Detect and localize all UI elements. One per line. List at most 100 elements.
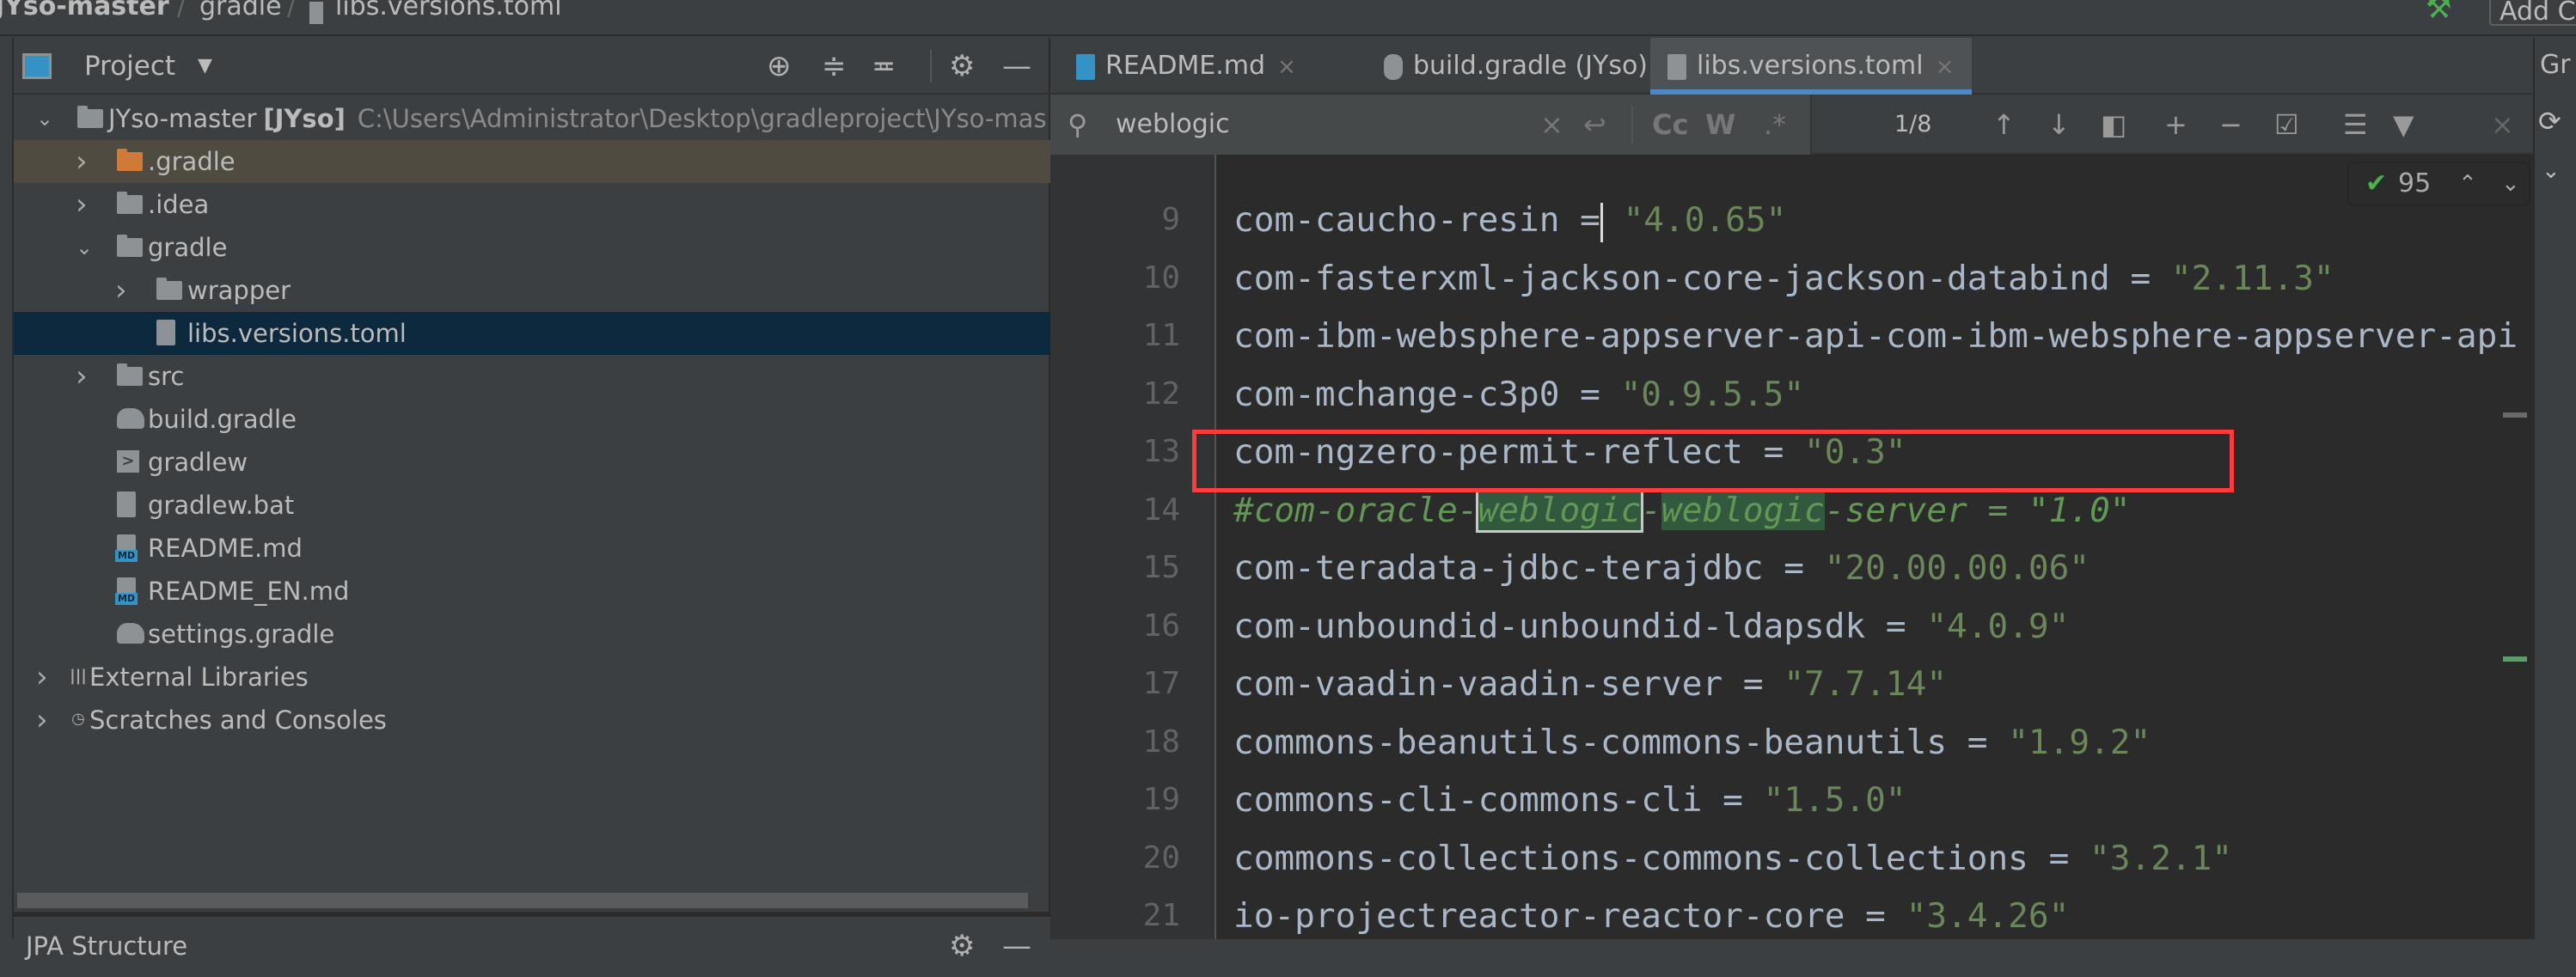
filter-icon[interactable]: ▼ xyxy=(2393,95,2414,155)
tree-item[interactable]: › .gradle xyxy=(14,140,1050,183)
close-tab-icon[interactable]: × xyxy=(1936,54,1955,80)
chevron-down-icon[interactable]: ⌄ xyxy=(36,97,53,140)
add-occurrence-icon[interactable]: + xyxy=(2164,95,2187,155)
horizontal-scrollbar[interactable] xyxy=(17,893,1028,908)
tree-item-label: gradlew.bat xyxy=(148,484,294,527)
refresh-icon[interactable]: ⟳ xyxy=(2538,105,2561,137)
tree-item[interactable]: › ◷ Scratches and Consoles xyxy=(14,699,1050,742)
tab-build-gradle[interactable]: build.gradle (JYso)× xyxy=(1367,38,1679,95)
code-line[interactable]: commons-beanutils-commons-beanutils = "1… xyxy=(1233,713,2151,772)
item-name: Scratches and Consoles xyxy=(89,705,387,735)
new-line-icon[interactable]: ↩ xyxy=(1583,95,1606,155)
code-line[interactable]: com-vaadin-vaadin-server = "7.7.14" xyxy=(1233,655,1947,713)
code-line[interactable]: com-fasterxml-jackson-core-jackson-datab… xyxy=(1233,249,2334,308)
remove-occurrence-icon[interactable]: − xyxy=(2219,95,2243,155)
gradle-icon xyxy=(1384,53,1403,80)
tree-item[interactable]: > gradlew xyxy=(14,441,1050,484)
close-tab-icon[interactable]: × xyxy=(1277,54,1296,80)
chevron-right-icon[interactable]: › xyxy=(76,140,88,183)
tree-item[interactable]: ⌄ JYso-master [JYso] C:\Users\Administrator… xyxy=(14,97,1050,140)
words-icon[interactable]: W xyxy=(1705,95,1735,155)
next-highlight-icon[interactable]: ⌄ xyxy=(2501,163,2520,205)
select-all-icon[interactable]: ☑ xyxy=(2274,95,2299,155)
code-area[interactable]: 910111213141516171819202122 com-caucho-r… xyxy=(1050,155,2533,939)
breadcrumb-folder[interactable]: gradle xyxy=(199,0,282,20)
minimize-icon[interactable]: — xyxy=(1002,917,1031,975)
code-line[interactable]: io-projectreactor-reactor-core = "3.4.26… xyxy=(1233,887,2069,939)
previous-highlight-icon[interactable]: ⌃ xyxy=(2458,163,2477,205)
regex-icon[interactable]: .* xyxy=(1764,95,1786,155)
match-case-icon[interactable]: Cc xyxy=(1652,95,1688,155)
close-icon[interactable]: × xyxy=(2491,95,2514,155)
gear-icon[interactable]: ⚙ xyxy=(949,917,975,975)
line-number: 18 xyxy=(1142,724,1180,760)
toml-string: "0.9.5.5" xyxy=(1620,374,1805,414)
gear-icon[interactable]: ⚙ xyxy=(949,38,975,95)
minimize-icon[interactable]: — xyxy=(1002,38,1031,95)
tree-item[interactable]: README.md xyxy=(14,527,1050,570)
inspection-widget[interactable]: ✔ 95 ⌃ ⌄ xyxy=(2348,163,2529,205)
code-line[interactable]: com-unboundid-unboundid-ldapsdk = "4.0.9… xyxy=(1233,597,2069,656)
next-occurrence-icon[interactable]: ↓ xyxy=(2047,95,2071,155)
tree-item[interactable]: libs.versions.toml xyxy=(14,312,1050,355)
code-line[interactable]: com-mchange-c3p0 = "0.9.5.5" xyxy=(1233,365,1804,424)
locate-file-icon[interactable]: ⊕ xyxy=(767,38,792,95)
code-line[interactable]: com-caucho-resin = "4.0.65" xyxy=(1233,191,1786,249)
item-name: libs.versions.toml xyxy=(187,319,407,348)
left-tool-stripe[interactable] xyxy=(0,38,14,939)
tab-label: README.md xyxy=(1105,51,1266,81)
search-field[interactable]: ⚲ weblogic × ↩ Cc W .* xyxy=(1050,95,1812,155)
toml-key: commons-beanutils-commons-beanutils = xyxy=(1233,722,1988,762)
chevron-down-icon[interactable]: ▼ xyxy=(198,38,212,95)
line-number: 17 xyxy=(1142,666,1180,701)
line-number: 15 xyxy=(1142,550,1180,585)
markdown-icon xyxy=(115,534,138,562)
code-line[interactable]: commons-collections-commons-collections … xyxy=(1233,829,2232,888)
tab-libs-versions-toml[interactable]: libs.versions.toml × xyxy=(1650,38,1972,95)
chevron-right-icon[interactable]: › xyxy=(76,355,88,398)
collapse-all-icon[interactable]: ≖ xyxy=(872,38,896,95)
tree-item[interactable]: › wrapper xyxy=(14,269,1050,312)
toml-string: "1.9.2" xyxy=(2008,722,2151,762)
chevron-right-icon[interactable]: › xyxy=(36,699,48,742)
tree-item[interactable]: › src xyxy=(14,355,1050,398)
gradle-panel-label[interactable]: Gr xyxy=(2540,50,2571,80)
build-hammer-icon[interactable]: ⚒ xyxy=(2426,0,2451,23)
chevron-down-icon[interactable]: ⌄ xyxy=(76,226,93,269)
tree-item[interactable]: › ||| External Libraries xyxy=(14,656,1050,699)
search-icon[interactable]: ⚲ xyxy=(1068,95,1087,155)
previous-occurrence-icon[interactable]: ↑ xyxy=(1992,95,2016,155)
tree-item[interactable]: settings.gradle xyxy=(14,613,1050,656)
chevron-down-icon[interactable]: ⌄ xyxy=(2542,158,2561,184)
add-configuration-button[interactable]: Add C xyxy=(2489,0,2576,27)
expand-all-icon[interactable]: ≑ xyxy=(822,38,847,95)
toml-key: com-unboundid-unboundid-ldapsdk = xyxy=(1233,606,1906,646)
tree-item-label: .gradle xyxy=(148,140,236,183)
tree-item[interactable]: › .idea xyxy=(14,183,1050,226)
search-input[interactable]: weblogic xyxy=(1116,95,1230,155)
editor-tabs: README.md × build.gradle (JYso)×libs.versi… xyxy=(1050,38,2533,95)
project-view-title[interactable]: Project xyxy=(84,38,175,95)
code-line[interactable]: com-ibm-websphere-appserver-api-com-ibm-… xyxy=(1233,307,2518,365)
chevron-right-icon[interactable]: › xyxy=(115,269,127,312)
tree-item[interactable]: ⌄ gradle xyxy=(14,226,1050,269)
toml-key: io-projectreactor-reactor-core = xyxy=(1233,896,1886,936)
chevron-right-icon[interactable]: › xyxy=(76,183,88,226)
tree-item-label: README.md xyxy=(148,527,303,570)
select-all-occurrences-icon[interactable]: ◧ xyxy=(2101,95,2126,155)
code-line[interactable]: commons-cli-commons-cli = "1.5.0" xyxy=(1233,771,1906,829)
tree-item[interactable]: gradlew.bat xyxy=(14,484,1050,527)
tab-readme-md[interactable]: README.md × xyxy=(1059,38,1351,95)
project-view-icon xyxy=(22,53,52,79)
filter-settings-icon[interactable]: ☰ xyxy=(2343,95,2368,155)
item-name: .gradle xyxy=(148,147,236,176)
markdown-icon xyxy=(115,577,138,605)
breadcrumb-file[interactable]: libs.versions.toml xyxy=(335,0,562,20)
code-line[interactable]: com-teradata-jdbc-terajdbc = "20.00.00.0… xyxy=(1233,539,2090,597)
clear-icon[interactable]: × xyxy=(1540,95,1563,155)
breadcrumb-project[interactable]: JYso-master xyxy=(0,0,169,20)
tree-item[interactable]: README_EN.md xyxy=(14,570,1050,613)
tree-item[interactable]: build.gradle xyxy=(14,398,1050,441)
item-name: settings.gradle xyxy=(148,620,335,649)
chevron-right-icon[interactable]: › xyxy=(36,656,48,699)
